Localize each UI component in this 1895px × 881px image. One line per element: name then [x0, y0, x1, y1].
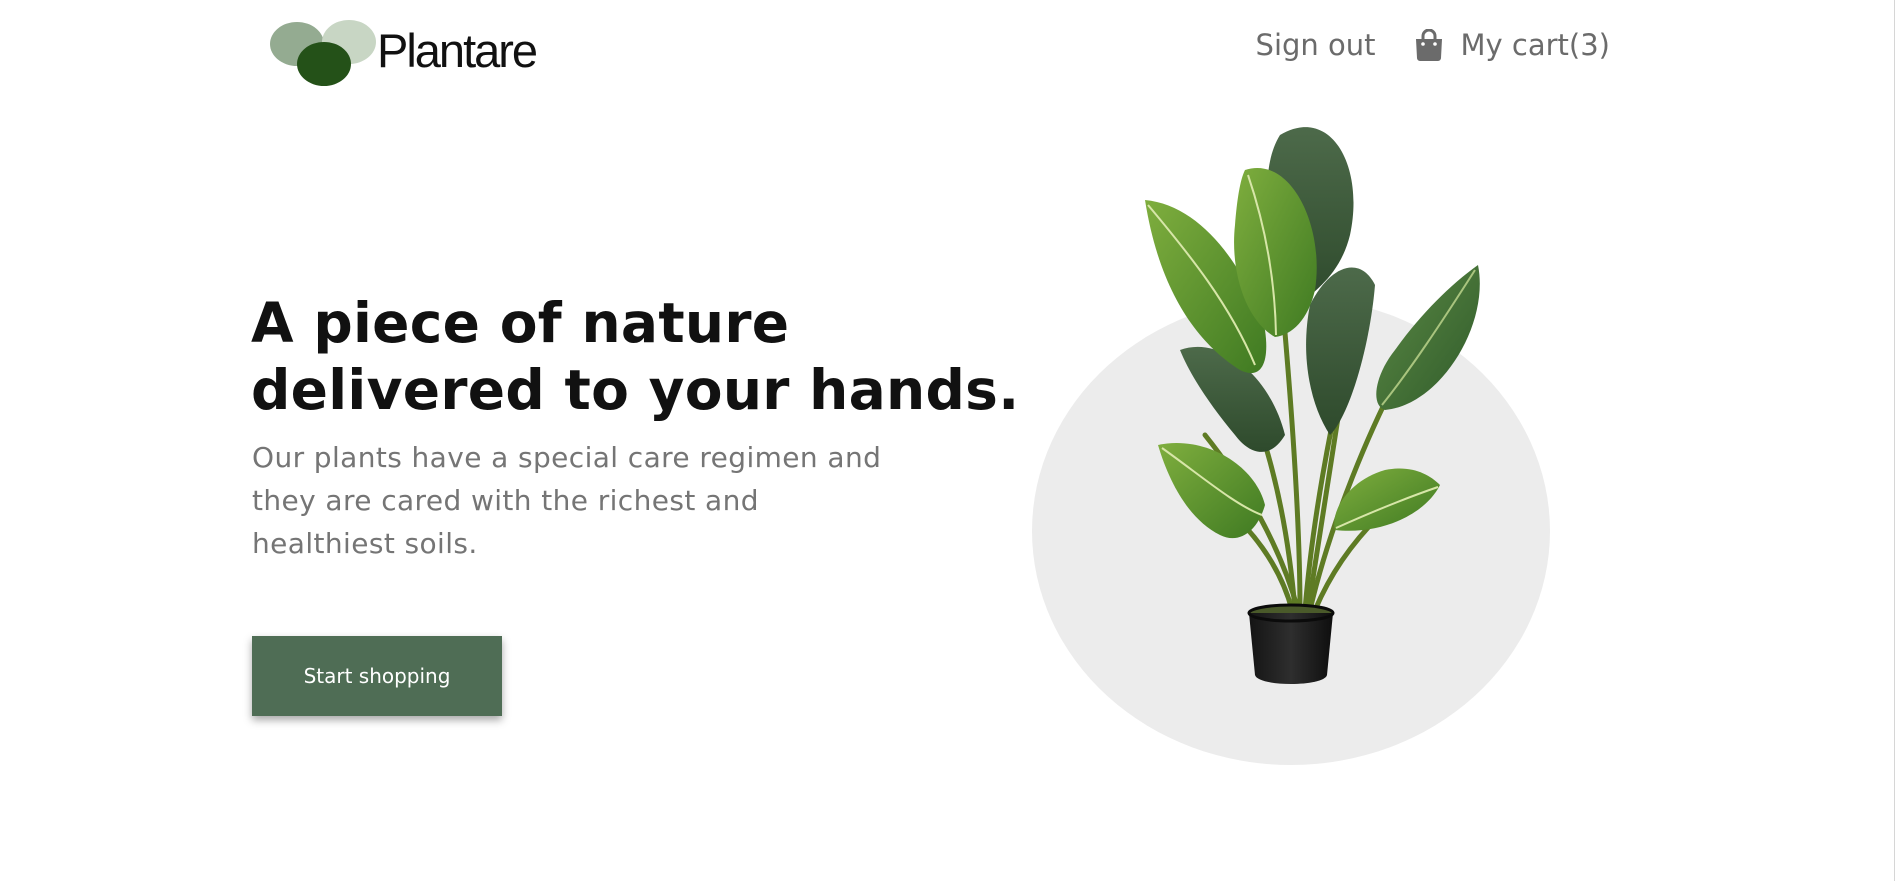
shopping-bag-icon [1415, 29, 1442, 61]
hero-subtitle: Our plants have a special care regimen a… [252, 436, 952, 565]
hero-title-line: delivered to your hands. [251, 358, 1020, 422]
sign-out-link[interactable]: Sign out [1256, 28, 1376, 62]
site-header: Plantare Sign out My cart(3) [0, 0, 1895, 100]
hero-subtitle-line: they are cared with the richest and [252, 484, 759, 517]
hero-illustration [1030, 105, 1550, 765]
landing-page: Plantare Sign out My cart(3) A piece of … [0, 0, 1895, 881]
potted-plant-icon [1145, 127, 1480, 684]
hero-title: A piece of nature delivered to your hand… [251, 290, 1020, 424]
logo-mark-icon [270, 20, 380, 90]
hero-subtitle-line: healthiest soils. [252, 527, 478, 560]
cart-link[interactable]: My cart(3) [1414, 28, 1611, 62]
logo-blob-dark [297, 42, 351, 86]
start-shopping-button[interactable]: Start shopping [252, 636, 502, 716]
hero-subtitle-line: Our plants have a special care regimen a… [252, 441, 882, 474]
hero-title-line: A piece of nature [251, 291, 790, 355]
brand-logo-link[interactable]: Plantare [270, 20, 538, 90]
brand-name: Plantare [377, 23, 538, 77]
header-nav: Sign out My cart(3) [1256, 28, 1610, 62]
cart-label: My cart(3) [1460, 28, 1611, 62]
